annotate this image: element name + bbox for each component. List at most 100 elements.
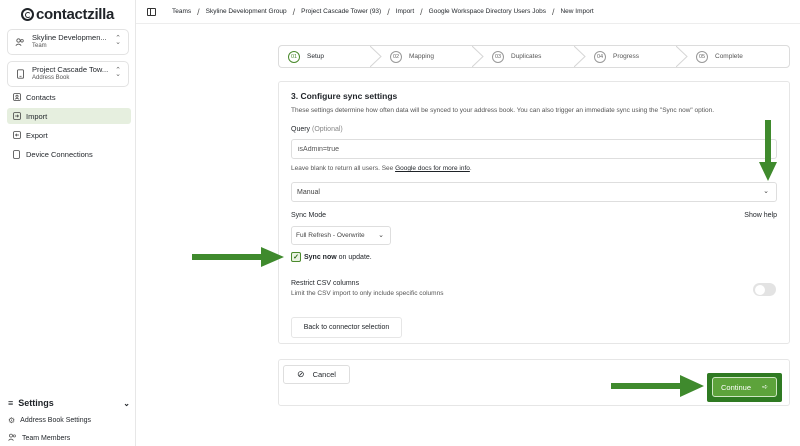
breadcrumb-separator: / <box>387 6 390 17</box>
sync-now-checkbox[interactable]: ✓ <box>291 252 301 262</box>
users-icon <box>8 433 17 443</box>
chevron-updown-icon: ⌃ ⌄ <box>115 35 121 47</box>
breadcrumb-separator: / <box>420 6 423 17</box>
address-book-name: Project Cascade Tow... <box>32 65 109 75</box>
breadcrumb-separator: / <box>292 6 296 17</box>
sidebar-item-import[interactable]: Import <box>7 108 131 124</box>
cancel-button[interactable]: ⊘ Cancel <box>283 365 350 384</box>
query-help-text: Leave blank to return all users. See <box>291 165 394 172</box>
google-docs-link[interactable]: Google docs for more info <box>395 165 470 172</box>
sidebar-item-device-connections[interactable]: Device Connections <box>7 146 131 162</box>
chevron-down-icon: ⌄ <box>123 398 130 408</box>
sidebar-item-export[interactable]: Export <box>7 127 131 143</box>
sidebar-item-contacts[interactable]: Contacts <box>7 89 131 105</box>
step-label: Complete <box>715 53 743 60</box>
step-number: 04 <box>594 50 606 63</box>
gear-icon: ⚙ <box>8 416 16 425</box>
chevron-down-icon: ⌄ <box>378 232 384 239</box>
back-to-connector-button[interactable]: Back to connector selection <box>291 317 402 338</box>
step-number: 01 <box>288 50 300 63</box>
step-duplicates: 03 Duplicates <box>483 46 586 67</box>
breadcrumb-item[interactable]: Google Workspace Directory Users Jobs <box>429 8 546 15</box>
query-input[interactable] <box>291 139 777 159</box>
import-stepper: 01 Setup 02 Mapping 03 Duplicates 04 Pro… <box>278 45 790 68</box>
contacts-icon <box>12 93 21 102</box>
show-help-link[interactable]: Show help <box>744 212 777 219</box>
sidebar: contactzilla Skyline Developmen... Team … <box>0 0 136 446</box>
sidebar-item-label: Contacts <box>26 92 56 102</box>
sync-frequency-select[interactable]: Manual ⌄ <box>291 182 777 202</box>
sync-mode-value: Full Refresh - Overwrite <box>296 232 365 239</box>
settings-section-toggle[interactable]: ≡ Settings ⌄ <box>8 398 130 408</box>
sync-now-option[interactable]: ✓ Sync now on update. <box>291 252 372 262</box>
cancel-icon: ⊘ <box>297 369 305 379</box>
brand-logo[interactable]: contactzilla <box>21 6 114 23</box>
team-icon <box>14 36 26 48</box>
query-label: Query (Optional) <box>291 126 343 133</box>
query-optional-text: (Optional) <box>312 126 343 133</box>
step-number: 05 <box>696 50 708 63</box>
chevron-down-icon: ⌄ <box>763 188 769 195</box>
restrict-csv-section: Restrict CSV columns Limit the CSV impor… <box>291 280 443 297</box>
sync-settings-card <box>278 81 790 344</box>
sync-mode-label: Sync Mode <box>291 212 327 219</box>
team-type: Team <box>32 42 47 49</box>
device-icon <box>12 149 21 159</box>
menu-icon: ≡ <box>8 398 14 408</box>
topbar: Teams / Skyline Development Group / Proj… <box>136 0 800 24</box>
step-label: Setup <box>307 53 324 60</box>
import-icon <box>12 112 21 121</box>
sync-mode-select[interactable]: Full Refresh - Overwrite ⌄ <box>291 226 391 245</box>
breadcrumb-item[interactable]: Teams <box>172 8 191 15</box>
sidebar-item-address-book-settings[interactable]: ⚙ Address Book Settings <box>8 416 91 425</box>
sync-frequency-value: Manual <box>297 188 320 196</box>
query-label-text: Query <box>291 126 311 133</box>
chevron-updown-icon: ⌃ ⌄ <box>115 67 121 79</box>
restrict-csv-toggle[interactable] <box>753 283 776 296</box>
address-book-switcher[interactable]: Project Cascade Tow... Address Book ⌃ ⌄ <box>7 61 129 87</box>
step-progress: 04 Progress <box>585 46 688 67</box>
sidebar-item-label: Address Book Settings <box>20 417 91 424</box>
step-label: Progress <box>613 53 640 60</box>
breadcrumb-current: New Import <box>560 8 594 15</box>
section-description: These settings determine how often data … <box>291 107 715 114</box>
breadcrumb-item[interactable]: Skyline Development Group <box>206 8 287 15</box>
team-name: Skyline Developmen... <box>32 33 107 43</box>
brand-name: contactzilla <box>36 6 115 23</box>
step-setup: 01 Setup <box>279 46 382 67</box>
restrict-csv-title: Restrict CSV columns <box>291 280 360 287</box>
team-switcher[interactable]: Skyline Developmen... Team ⌃ ⌄ <box>7 29 129 55</box>
step-number: 03 <box>492 50 504 63</box>
sidebar-item-label: Export <box>26 130 48 140</box>
arrow-right-icon: ➪ <box>762 384 768 391</box>
sync-now-bold-text: Sync now <box>304 253 337 261</box>
settings-label: Settings <box>18 398 54 408</box>
sidebar-item-team-members[interactable]: Team Members <box>8 433 70 443</box>
cancel-label: Cancel <box>312 370 336 379</box>
breadcrumb-item[interactable]: Import <box>396 8 414 15</box>
breadcrumb-item[interactable]: Project Cascade Tower (93) <box>301 8 381 15</box>
arrow-to-sync-now <box>192 247 284 267</box>
step-number: 02 <box>390 50 402 63</box>
breadcrumb-separator: / <box>551 6 555 17</box>
breadcrumb: Teams / Skyline Development Group / Proj… <box>172 7 594 17</box>
section-title: 3. Configure sync settings <box>291 91 398 101</box>
sidebar-item-label: Team Members <box>22 434 71 442</box>
restrict-csv-description: Limit the CSV import to only include spe… <box>291 290 444 297</box>
step-label: Mapping <box>409 53 434 60</box>
logo-icon <box>21 8 34 21</box>
sidebar-item-label: Device Connections <box>26 149 93 159</box>
export-icon <box>12 131 21 140</box>
query-help: Leave blank to return all users. See Goo… <box>291 165 472 172</box>
step-mapping: 02 Mapping <box>381 46 484 67</box>
continue-label: Continue <box>721 382 752 392</box>
sidebar-toggle-icon[interactable] <box>147 7 156 16</box>
book-icon <box>14 68 26 80</box>
query-help-end: . <box>469 165 472 172</box>
breadcrumb-separator: / <box>197 6 200 17</box>
continue-button[interactable]: Continue ➪ <box>712 377 777 397</box>
sidebar-item-label: Import <box>26 111 48 121</box>
step-label: Duplicates <box>511 53 542 60</box>
sync-now-text: on update. <box>338 253 372 261</box>
address-book-type: Address Book <box>32 74 70 81</box>
